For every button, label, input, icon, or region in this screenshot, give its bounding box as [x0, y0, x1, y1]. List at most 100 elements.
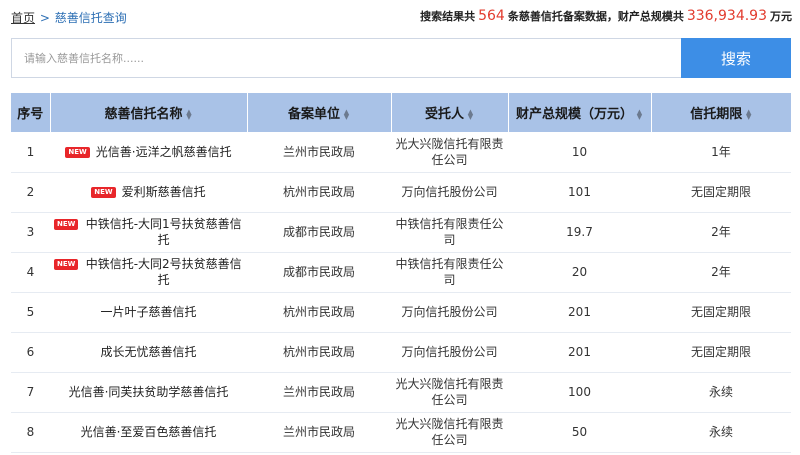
breadcrumb-home-link[interactable]: 首页	[11, 11, 35, 25]
search-bar: 搜索	[11, 38, 791, 78]
table-row[interactable]: 6 成长无忧慈善信托 杭州市民政局 万向信托股份公司 201 无固定期限	[11, 332, 791, 373]
row-term: 无固定期限	[651, 172, 791, 213]
breadcrumb: 首页 > 慈善信托查询	[11, 9, 127, 26]
row-name[interactable]: NEW 中铁信托-大同1号扶贫慈善信托	[50, 212, 247, 253]
row-registry: 杭州市民政局	[247, 172, 391, 213]
row-term: 2年	[651, 252, 791, 293]
header-term[interactable]: 信托期限 ▲ ▼	[651, 93, 791, 132]
row-name[interactable]: NEW 爱利斯慈善信托	[50, 172, 247, 213]
trust-name-link[interactable]: 中铁信托-大同1号扶贫慈善信托	[84, 216, 243, 248]
row-registry: 兰州市民政局	[247, 372, 391, 413]
row-trustee: 万向信托股份公司	[391, 292, 508, 333]
row-index: 5	[11, 292, 50, 333]
trustee-name: 中铁信托有限责任公司	[395, 217, 504, 247]
trust-name-link[interactable]: 中铁信托-大同2号扶贫慈善信托	[84, 256, 243, 288]
row-registry: 杭州市民政局	[247, 292, 391, 333]
trustee-name: 光大兴陇信托有限责任公司	[395, 377, 504, 407]
row-name[interactable]: 光信善·至爱百色慈善信托	[50, 412, 247, 453]
row-scale: 20	[508, 252, 651, 293]
row-trustee: 中铁信托有限责任公司	[391, 212, 508, 253]
header-scale[interactable]: 财产总规模（万元） ▲ ▼	[508, 93, 652, 132]
row-scale: 100	[508, 372, 651, 413]
row-name[interactable]: NEW 光信善·远洋之帆慈善信托	[50, 132, 247, 173]
table-row[interactable]: 3 NEW 中铁信托-大同1号扶贫慈善信托 成都市民政局 中铁信托有限责任公司 19.7 2…	[11, 212, 791, 253]
row-name[interactable]: 一片叶子慈善信托	[50, 292, 247, 333]
trust-name-link[interactable]: 一片叶子慈善信托	[100, 304, 196, 320]
trust-table: 序号 慈善信托名称 ▲ ▼ 备案单位 ▲ ▼ 受托人 ▲ ▼ 财产总规模（万元） ▲ ▼ 信托期…	[11, 93, 791, 453]
search-button[interactable]: 搜索	[681, 38, 791, 78]
summary-unit: 万元	[770, 10, 792, 23]
table-header-row: 序号 慈善信托名称 ▲ ▼ 备案单位 ▲ ▼ 受托人 ▲ ▼ 财产总规模（万元） ▲ ▼ 信托期…	[11, 93, 791, 132]
row-term: 无固定期限	[651, 292, 791, 333]
sort-up-down-icon[interactable]: ▲ ▼	[186, 108, 193, 120]
row-term: 无固定期限	[651, 332, 791, 373]
trust-name-link[interactable]: 光信善·远洋之帆慈善信托	[96, 144, 232, 160]
row-term: 永续	[651, 372, 791, 413]
row-scale: 19.7	[508, 212, 651, 253]
header-name[interactable]: 慈善信托名称 ▲ ▼	[50, 93, 248, 132]
row-scale: 101	[508, 172, 651, 213]
row-index: 2	[11, 172, 50, 213]
sort-up-down-icon[interactable]: ▲ ▼	[343, 108, 350, 120]
row-index: 1	[11, 132, 50, 173]
sort-up-down-icon[interactable]: ▲ ▼	[745, 108, 752, 120]
trust-name-link[interactable]: 光信善·同芙扶贫助学慈善信托	[69, 384, 229, 400]
result-count: 564	[478, 8, 505, 24]
trustee-name: 万向信托股份公司	[401, 185, 498, 199]
row-scale: 201	[508, 332, 651, 373]
row-index: 8	[11, 412, 50, 453]
top-bar: 首页 > 慈善信托查询 搜索结果共 564 条慈善信托备案数据，财产总规模共 336,…	[0, 0, 800, 36]
row-name[interactable]: NEW 中铁信托-大同2号扶贫慈善信托	[50, 252, 247, 293]
trustee-name: 光大兴陇信托有限责任公司	[395, 136, 504, 167]
trust-name-link[interactable]: 成长无忧慈善信托	[100, 344, 196, 360]
row-trustee: 光大兴陇信托有限责任公司	[391, 132, 508, 173]
row-trustee: 万向信托股份公司	[391, 172, 508, 213]
search-input[interactable]	[11, 38, 681, 78]
table-body: 1 NEW 光信善·远洋之帆慈善信托 兰州市民政局 光大兴陇信托有限责任公司 10 1年 2 N…	[11, 132, 791, 453]
row-scale: 10	[508, 132, 651, 173]
trust-name-link[interactable]: 爱利斯慈善信托	[122, 184, 206, 200]
row-index: 7	[11, 372, 50, 413]
new-badge: NEW	[54, 219, 79, 230]
row-name[interactable]: 成长无忧慈善信托	[50, 332, 247, 373]
breadcrumb-current: 慈善信托查询	[54, 11, 127, 25]
total-scale: 336,934.93	[686, 8, 767, 24]
table-row[interactable]: 5 一片叶子慈善信托 杭州市民政局 万向信托股份公司 201 无固定期限	[11, 292, 791, 333]
row-index: 6	[11, 332, 50, 373]
table-row[interactable]: 7 光信善·同芙扶贫助学慈善信托 兰州市民政局 光大兴陇信托有限责任公司 100 永续	[11, 372, 791, 413]
row-registry: 兰州市民政局	[247, 412, 391, 453]
trustee-name: 万向信托股份公司	[401, 305, 498, 319]
new-badge: NEW	[54, 259, 79, 270]
table-row[interactable]: 4 NEW 中铁信托-大同2号扶贫慈善信托 成都市民政局 中铁信托有限责任公司 20 2年	[11, 252, 791, 293]
sort-up-down-icon[interactable]: ▲ ▼	[467, 108, 474, 120]
trust-name-link[interactable]: 光信善·至爱百色慈善信托	[81, 424, 217, 440]
row-term: 永续	[651, 412, 791, 453]
header-index: 序号	[11, 93, 51, 132]
row-trustee: 中铁信托有限责任公司	[391, 252, 508, 293]
table-row[interactable]: 1 NEW 光信善·远洋之帆慈善信托 兰州市民政局 光大兴陇信托有限责任公司 10 1年	[11, 132, 791, 173]
row-registry: 杭州市民政局	[247, 332, 391, 373]
row-term: 2年	[651, 212, 791, 253]
trustee-name: 中铁信托有限责任公司	[395, 257, 504, 287]
row-index: 3	[11, 212, 50, 253]
header-trustee[interactable]: 受托人 ▲ ▼	[391, 93, 509, 132]
row-trustee: 光大兴陇信托有限责任公司	[391, 412, 508, 453]
summary-prefix: 搜索结果共	[420, 10, 476, 23]
row-registry: 成都市民政局	[247, 212, 391, 253]
row-trustee: 光大兴陇信托有限责任公司	[391, 372, 508, 413]
row-name[interactable]: 光信善·同芙扶贫助学慈善信托	[50, 372, 247, 413]
table-row[interactable]: 8 光信善·至爱百色慈善信托 兰州市民政局 光大兴陇信托有限责任公司 50 永续	[11, 412, 791, 453]
row-term: 1年	[651, 132, 791, 173]
new-badge: NEW	[65, 146, 90, 158]
row-registry: 兰州市民政局	[247, 132, 391, 173]
summary-middle: 条慈善信托备案数据，财产总规模共	[507, 10, 684, 23]
table-row[interactable]: 2 NEW 爱利斯慈善信托 杭州市民政局 万向信托股份公司 101 无固定期限	[11, 172, 791, 213]
trustee-name: 万向信托股份公司	[401, 345, 498, 359]
breadcrumb-separator: >	[39, 11, 50, 25]
row-scale: 50	[508, 412, 651, 453]
sort-up-down-icon[interactable]: ▲ ▼	[636, 108, 643, 120]
header-registry[interactable]: 备案单位 ▲ ▼	[247, 93, 392, 132]
row-scale: 201	[508, 292, 651, 333]
new-badge: NEW	[91, 187, 116, 198]
row-trustee: 万向信托股份公司	[391, 332, 508, 373]
